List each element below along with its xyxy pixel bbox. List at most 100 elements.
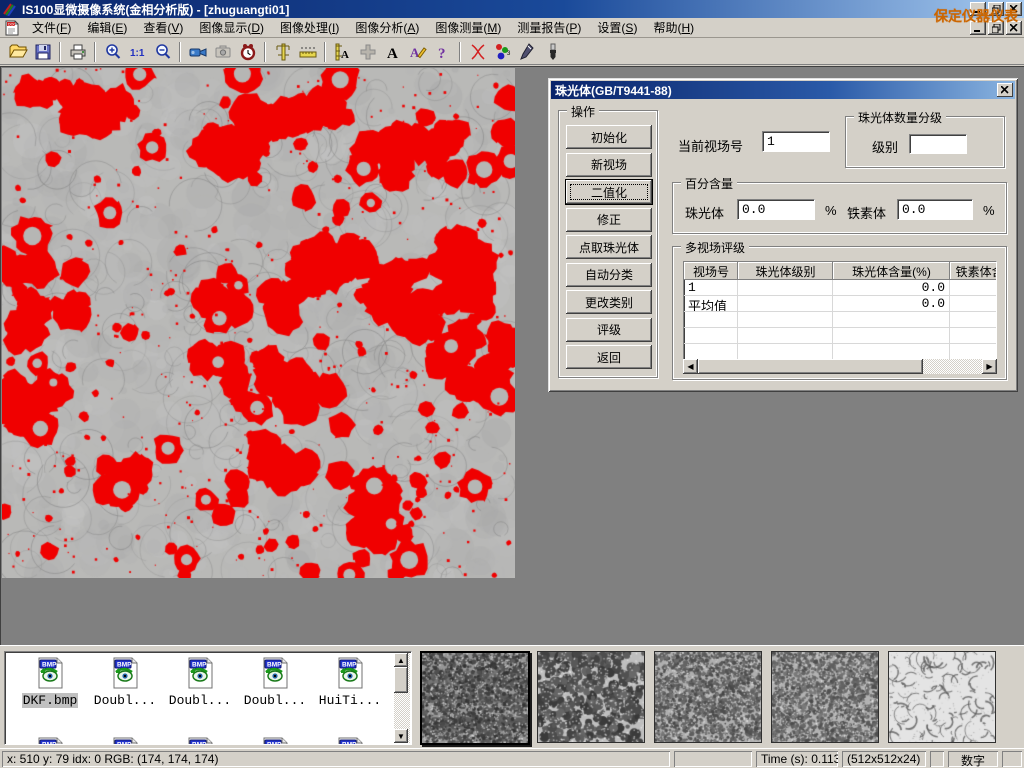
ferrite-input[interactable]: 0.0 xyxy=(897,199,973,220)
thumbnail-image-0[interactable] xyxy=(420,651,530,745)
file-name[interactable]: Doubl... xyxy=(93,693,157,708)
text-icon[interactable]: A xyxy=(380,41,405,63)
brush-icon[interactable] xyxy=(540,41,565,63)
table-row[interactable] xyxy=(684,328,996,344)
bmp-file-icon[interactable]: BMP xyxy=(163,656,237,693)
clock-icon[interactable] xyxy=(235,41,260,63)
document-icon[interactable]: DOC xyxy=(4,20,20,36)
zoom-out-icon[interactable] xyxy=(150,41,175,63)
dialog-close-button[interactable] xyxy=(997,83,1013,97)
scroll-track[interactable] xyxy=(923,359,982,374)
menu-item-9[interactable]: 帮助(H) xyxy=(645,17,702,38)
restore-button[interactable] xyxy=(988,2,1004,16)
menu-item-5[interactable]: 图像分析(A) xyxy=(347,17,427,38)
table-header-2[interactable]: 珠光体含量(%) xyxy=(833,262,950,280)
menu-item-0[interactable]: 文件(F) xyxy=(24,17,79,38)
save-icon[interactable] xyxy=(30,41,55,63)
op-button-3[interactable]: 修正 xyxy=(566,208,652,232)
pearlite-input[interactable]: 0.0 xyxy=(737,199,815,220)
scroll-right-arrow[interactable]: ▶ xyxy=(982,359,997,374)
file-item-row2[interactable]: BMP xyxy=(313,736,387,745)
ruler-icon[interactable] xyxy=(295,41,320,63)
level-input[interactable] xyxy=(909,134,967,154)
file-list-vscrollbar[interactable]: ▲ ▼ xyxy=(394,653,410,743)
caliper-icon[interactable] xyxy=(270,41,295,63)
table-header-1[interactable]: 珠光体级别 xyxy=(738,262,833,280)
menu-item-4[interactable]: 图像处理(I) xyxy=(272,17,347,38)
scroll-thumb[interactable] xyxy=(698,359,923,374)
table-hscrollbar[interactable]: ◀ ▶ xyxy=(683,359,997,374)
color-dots-icon[interactable]: 3 xyxy=(490,41,515,63)
file-item-0[interactable]: BMPDKF.bmp xyxy=(13,656,87,708)
file-name[interactable]: DKF.bmp xyxy=(22,693,79,708)
table-row[interactable]: 平均值0.0 xyxy=(684,296,996,312)
thumbnail-image-4[interactable] xyxy=(888,651,996,743)
scroll-left-arrow[interactable]: ◀ xyxy=(683,359,698,374)
thumbnail-image-1[interactable] xyxy=(537,651,645,743)
close-button[interactable] xyxy=(1006,2,1022,16)
child-restore-button[interactable] xyxy=(988,21,1004,35)
help-icon[interactable]: ? xyxy=(430,41,455,63)
op-button-6[interactable]: 更改类别 xyxy=(566,290,652,314)
op-button-4[interactable]: 点取珠光体 xyxy=(566,235,652,259)
bmp-file-icon[interactable]: BMP xyxy=(13,736,87,745)
bmp-file-icon[interactable]: BMP xyxy=(313,736,387,745)
file-list[interactable]: ▲ ▼ BMPDKF.bmpBMPDoubl...BMPDoubl...BMPD… xyxy=(4,651,412,745)
dialog-title-bar[interactable]: 珠光体(GB/T9441-88) xyxy=(551,81,1015,99)
scroll-thumb[interactable] xyxy=(394,667,408,693)
bmp-file-icon[interactable]: BMP xyxy=(313,656,387,693)
bmp-file-icon[interactable]: BMP xyxy=(238,656,312,693)
bmp-file-icon[interactable]: BMP xyxy=(88,656,162,693)
file-name[interactable]: HuiTi... xyxy=(318,693,382,708)
text-edit-icon[interactable]: A xyxy=(405,41,430,63)
op-button-8[interactable]: 返回 xyxy=(566,345,652,369)
bmp-file-icon[interactable]: BMP xyxy=(238,736,312,745)
table-row[interactable]: 10.0 xyxy=(684,280,996,296)
measure-text-icon[interactable]: A xyxy=(330,41,355,63)
pen-icon[interactable] xyxy=(515,41,540,63)
file-item-row2[interactable]: BMP xyxy=(13,736,87,745)
file-item-row2[interactable]: BMP xyxy=(88,736,162,745)
bmp-file-icon[interactable]: BMP xyxy=(13,656,87,693)
open-icon[interactable] xyxy=(5,41,30,63)
move-cross-icon[interactable] xyxy=(355,41,380,63)
scroll-up-arrow[interactable]: ▲ xyxy=(394,653,408,667)
op-button-7[interactable]: 评级 xyxy=(566,318,652,342)
table-row[interactable] xyxy=(684,344,996,360)
print-icon[interactable] xyxy=(65,41,90,63)
table-header-0[interactable]: 视场号 xyxy=(684,262,738,280)
op-button-0[interactable]: 初始化 xyxy=(566,125,652,149)
video-camera-icon[interactable] xyxy=(185,41,210,63)
op-button-2[interactable]: 二值化 xyxy=(566,180,652,204)
curve-cross-icon[interactable] xyxy=(465,41,490,63)
zoom-in-icon[interactable] xyxy=(100,41,125,63)
table-row[interactable] xyxy=(684,312,996,328)
bmp-file-icon[interactable]: BMP xyxy=(163,736,237,745)
file-item-row2[interactable]: BMP xyxy=(238,736,312,745)
file-item-1[interactable]: BMPDoubl... xyxy=(88,656,162,708)
scroll-track[interactable] xyxy=(394,693,410,729)
current-view-input[interactable]: 1 xyxy=(762,131,830,152)
thumbnail-image-3[interactable] xyxy=(771,651,879,743)
metallographic-image[interactable] xyxy=(2,68,515,578)
menu-item-8[interactable]: 设置(S) xyxy=(589,17,645,38)
op-button-5[interactable]: 自动分类 xyxy=(566,263,652,287)
minimize-button[interactable] xyxy=(970,2,986,16)
op-button-1[interactable]: 新视场 xyxy=(566,153,652,177)
multi-view-table[interactable]: 视场号珠光体级别珠光体含量(%)铁素体含量(%)10.0平均值0.0 xyxy=(683,261,997,361)
bmp-file-icon[interactable]: BMP xyxy=(88,736,162,745)
file-item-2[interactable]: BMPDoubl... xyxy=(163,656,237,708)
menu-item-1[interactable]: 编辑(E) xyxy=(79,17,135,38)
menu-item-6[interactable]: 图像测量(M) xyxy=(427,17,509,38)
child-close-button[interactable] xyxy=(1006,21,1022,35)
file-name[interactable]: Doubl... xyxy=(243,693,307,708)
file-item-3[interactable]: BMPDoubl... xyxy=(238,656,312,708)
menu-item-3[interactable]: 图像显示(D) xyxy=(191,17,272,38)
table-header-3[interactable]: 铁素体含量(%) xyxy=(950,262,997,280)
scroll-down-arrow[interactable]: ▼ xyxy=(394,729,408,743)
child-minimize-button[interactable] xyxy=(970,21,986,35)
thumbnail-image-2[interactable] xyxy=(654,651,762,743)
zoom-1-1-icon[interactable]: 1:1 xyxy=(125,41,150,63)
menu-item-7[interactable]: 测量报告(P) xyxy=(509,17,589,38)
file-name[interactable]: Doubl... xyxy=(168,693,232,708)
